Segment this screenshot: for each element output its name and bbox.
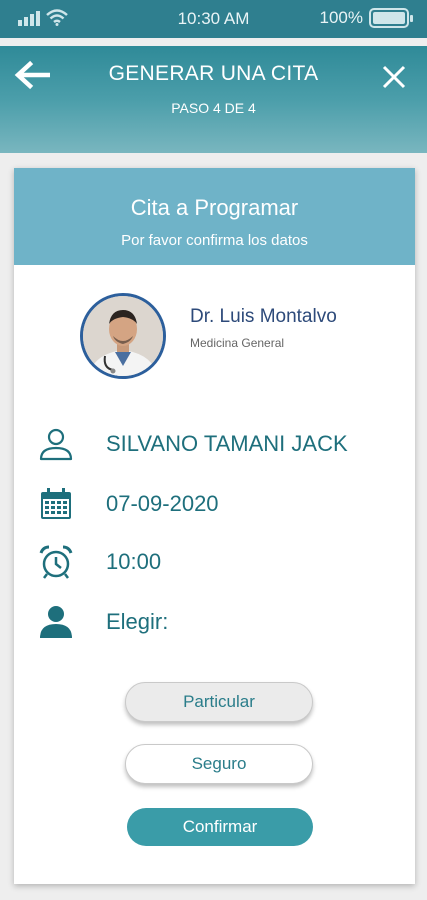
appointment-date: 07-09-2020 bbox=[106, 491, 219, 516]
card-subtitle: Por favor confirma los datos bbox=[121, 232, 308, 249]
patient-name: SILVANO TAMANI JACK bbox=[106, 431, 348, 456]
doctor-photo bbox=[83, 296, 163, 376]
status-bar: 10:30 AM 100% bbox=[0, 0, 427, 38]
card-header: Cita a Programar Por favor confirma los … bbox=[14, 168, 415, 265]
doctor-profile: Dr. Luis Montalvo Medicina General bbox=[80, 293, 337, 379]
appointment-time: 10:00 bbox=[106, 549, 162, 574]
doctor-info: Dr. Luis Montalvo Medicina General bbox=[190, 306, 337, 350]
choose-label: Elegir: bbox=[106, 609, 169, 634]
doctor-name: Dr. Luis Montalvo bbox=[190, 306, 337, 327]
user-icon bbox=[40, 606, 72, 638]
page-title: GENERAR UNA CITA bbox=[108, 62, 319, 85]
particular-button[interactable]: Particular bbox=[125, 682, 313, 722]
step-indicator: PASO 4 DE 4 bbox=[171, 100, 256, 116]
calendar-icon bbox=[41, 488, 71, 519]
patient-row: SILVANO TAMANI JACK bbox=[38, 426, 348, 462]
alarm-clock-icon bbox=[39, 545, 73, 579]
battery-icon bbox=[369, 8, 413, 28]
appointment-card: Cita a Programar Por favor confirma los … bbox=[14, 168, 415, 884]
confirm-button[interactable]: Confirmar bbox=[127, 808, 313, 846]
date-row: 07-09-2020 bbox=[38, 486, 219, 522]
doctor-specialty: Medicina General bbox=[190, 336, 285, 350]
app-header: GENERAR UNA CITA PASO 4 DE 4 bbox=[0, 46, 427, 153]
battery-percent: 100% bbox=[319, 8, 363, 27]
choose-row: Elegir: bbox=[38, 604, 168, 640]
doctor-avatar bbox=[80, 293, 166, 379]
close-icon[interactable] bbox=[381, 64, 407, 90]
user-outline-icon bbox=[39, 428, 73, 461]
battery-status: 100% bbox=[319, 8, 413, 28]
seguro-button[interactable]: Seguro bbox=[125, 744, 313, 784]
card-title: Cita a Programar bbox=[130, 195, 299, 220]
time-row: 10:00 bbox=[38, 544, 161, 580]
battery-fill bbox=[373, 12, 405, 24]
